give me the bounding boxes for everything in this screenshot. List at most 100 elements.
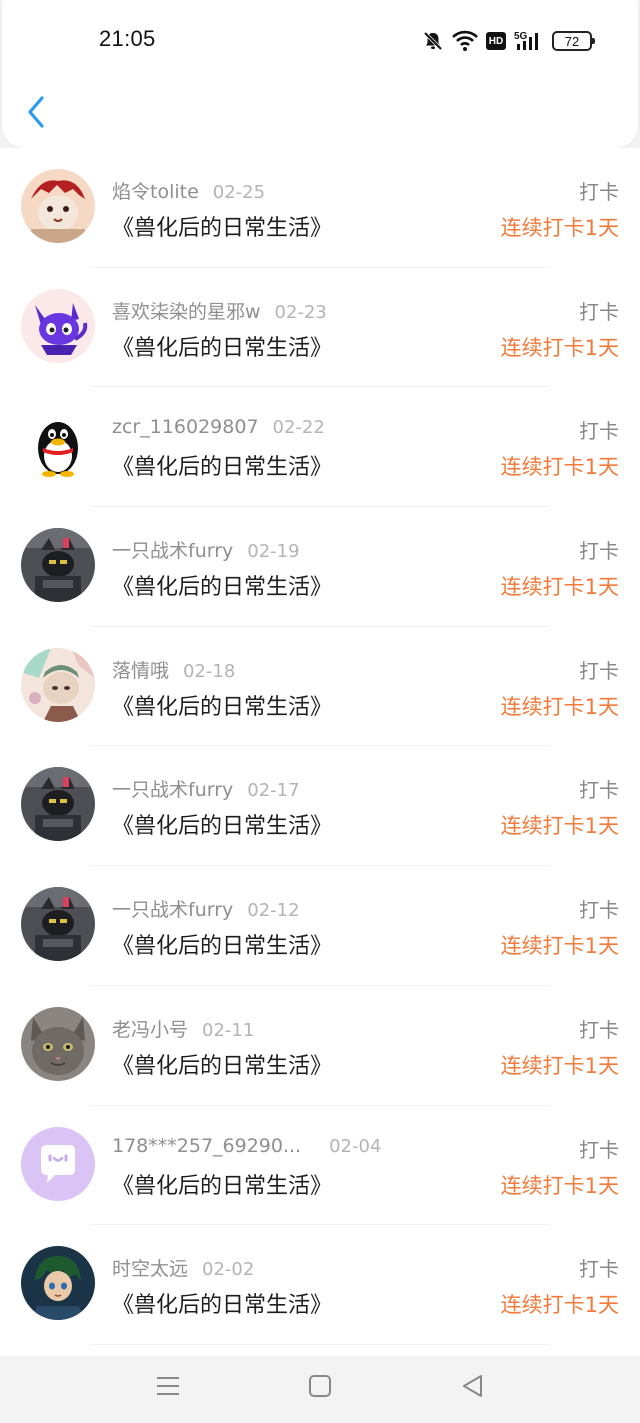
book-title[interactable]: 《兽化后的日常生活》 <box>112 569 332 601</box>
record-meta: 落情哦 02-18 <box>112 656 235 683</box>
list-item[interactable]: 一只战术furry 02-17 《兽化后的日常生活》 打卡 连续打卡1天 <box>0 746 640 866</box>
checkin-label: 打卡 <box>579 1137 619 1162</box>
record-meta: 喜欢柒染的星邪w 02-23 <box>112 297 327 324</box>
username[interactable]: 一只战术furry <box>112 540 233 562</box>
book-title[interactable]: 《兽化后的日常生活》 <box>112 1048 332 1080</box>
record-meta: 老冯小号 02-11 <box>112 1015 254 1042</box>
avatar[interactable] <box>21 887 95 962</box>
book-title[interactable]: 《兽化后的日常生活》 <box>112 928 332 960</box>
username[interactable]: 一只战术furry <box>112 779 233 801</box>
checkin-label: 打卡 <box>579 658 619 683</box>
record-date: 02-23 <box>274 301 327 323</box>
checkin-label: 打卡 <box>579 539 619 564</box>
book-title[interactable]: 《兽化后的日常生活》 <box>112 449 332 481</box>
avatar-pastel-icon <box>21 647 95 722</box>
record-meta: 一只战术furry 02-19 <box>112 536 300 563</box>
book-title[interactable]: 《兽化后的日常生活》 <box>112 1287 332 1319</box>
checkin-label: 打卡 <box>579 180 619 204</box>
record-date: 02-19 <box>247 541 300 563</box>
avatar[interactable] <box>21 1126 95 1201</box>
streak-label: 连续打卡1天 <box>500 216 619 240</box>
battery-indicator: 72 <box>552 31 595 51</box>
list-item[interactable]: 一只战术furry 02-19 《兽化后的日常生活》 打卡 连续打卡1天 <box>0 507 640 627</box>
avatar-anime-boy-icon <box>21 1246 95 1321</box>
chevron-left-icon <box>28 96 44 128</box>
signal-5g-icon: 5G <box>514 31 538 50</box>
home-button[interactable] <box>306 1372 334 1400</box>
record-date: 02-22 <box>272 417 325 439</box>
list-item[interactable]: 老冯小号 02-11 《兽化后的日常生活》 打卡 连续打卡1天 <box>0 986 640 1106</box>
top-bar: 21:05 HD 5G 72 <box>2 0 638 148</box>
wifi-icon <box>452 30 478 51</box>
avatar[interactable] <box>21 528 95 603</box>
system-nav-bar <box>0 1356 640 1423</box>
username[interactable]: 时空太远 <box>112 1258 188 1280</box>
back-button[interactable] <box>22 92 52 132</box>
menu-button[interactable] <box>154 1372 182 1400</box>
avatar[interactable] <box>21 1246 95 1321</box>
book-title[interactable]: 《兽化后的日常生活》 <box>112 689 332 721</box>
menu-icon <box>157 1377 179 1395</box>
record-date: 02-12 <box>247 900 300 922</box>
record-meta: zcr_116029807 02-22 <box>112 416 325 438</box>
bell-muted-icon <box>423 31 443 51</box>
record-date: 02-04 <box>329 1135 382 1157</box>
home-square-icon <box>309 1375 331 1397</box>
list-item[interactable]: 一只战术furry 02-12 《兽化后的日常生活》 打卡 连续打卡1天 <box>0 866 640 986</box>
avatar[interactable] <box>21 767 95 842</box>
avatar[interactable] <box>21 169 95 243</box>
username[interactable]: 老冯小号 <box>112 1019 188 1041</box>
record-meta: 一只战术furry 02-17 <box>112 775 300 802</box>
book-title[interactable]: 《兽化后的日常生活》 <box>112 210 332 242</box>
checkin-label: 打卡 <box>579 898 619 923</box>
list-item[interactable]: 时空太远 02-02 《兽化后的日常生活》 打卡 连续打卡1天 <box>0 1225 640 1345</box>
streak-label: 连续打卡1天 <box>500 1173 619 1198</box>
list-item[interactable]: 喜欢柒染的星邪w 02-23 《兽化后的日常生活》 打卡 连续打卡1天 <box>0 268 640 388</box>
avatar[interactable] <box>21 647 95 722</box>
record-meta: 焰令tolite 02-25 <box>112 177 265 204</box>
checkin-label: 打卡 <box>579 778 619 803</box>
status-time: 21:05 <box>99 26 156 51</box>
list-item[interactable]: zcr_116029807 02-22 《兽化后的日常生活》 打卡 连续打卡1天 <box>0 387 640 507</box>
record-meta: 178***257_69290... 02-04 <box>112 1135 381 1157</box>
username[interactable]: 喜欢柒染的星邪w <box>112 301 261 323</box>
username[interactable]: 落情哦 <box>112 660 169 682</box>
status-icons: HD 5G 72 <box>422 28 595 54</box>
streak-label: 连续打卡1天 <box>500 575 619 600</box>
streak-label: 连续打卡1天 <box>500 455 619 480</box>
username[interactable]: 178***257_69290... <box>112 1135 301 1157</box>
hd-badge: HD <box>486 32 506 50</box>
streak-label: 连续打卡1天 <box>500 335 619 360</box>
avatar-purple-cat-icon <box>21 288 95 363</box>
back-nav-button[interactable] <box>459 1372 487 1400</box>
record-meta: 一只战术furry 02-12 <box>112 895 300 922</box>
book-title[interactable]: 《兽化后的日常生活》 <box>112 1168 332 1200</box>
streak-label: 连续打卡1天 <box>500 1053 619 1078</box>
avatar[interactable] <box>21 288 95 363</box>
book-title[interactable]: 《兽化后的日常生活》 <box>112 808 332 840</box>
avatar-default-chat-icon <box>21 1126 95 1201</box>
avatar[interactable] <box>21 1006 95 1081</box>
username[interactable]: 焰令tolite <box>112 181 199 203</box>
record-meta: 时空太远 02-02 <box>112 1254 254 1281</box>
checkin-label: 打卡 <box>579 1017 619 1042</box>
list-item[interactable]: 焰令tolite 02-25 《兽化后的日常生活》 打卡 连续打卡1天 <box>0 148 640 268</box>
list-item[interactable]: 178***257_69290... 02-04 《兽化后的日常生活》 打卡 连续… <box>0 1106 640 1226</box>
username[interactable]: 一只战术furry <box>112 899 233 921</box>
list-item[interactable]: 落情哦 02-18 《兽化后的日常生活》 打卡 连续打卡1天 <box>0 627 640 747</box>
record-date: 02-02 <box>202 1259 255 1281</box>
streak-label: 连续打卡1天 <box>500 814 619 839</box>
streak-label: 连续打卡1天 <box>500 694 619 719</box>
checkin-label: 打卡 <box>579 1257 619 1282</box>
back-triangle-icon <box>463 1375 482 1397</box>
avatar-tactical-icon <box>21 528 95 603</box>
record-date: 02-17 <box>247 780 300 802</box>
avatar[interactable] <box>21 408 95 483</box>
book-title[interactable]: 《兽化后的日常生活》 <box>112 330 332 362</box>
avatar-furry-red-icon <box>21 169 95 243</box>
checkin-label: 打卡 <box>579 419 619 444</box>
streak-label: 连续打卡1天 <box>500 934 619 959</box>
avatar-tactical-icon <box>21 887 95 962</box>
username[interactable]: zcr_116029807 <box>112 416 259 438</box>
streak-label: 连续打卡1天 <box>500 1293 619 1318</box>
